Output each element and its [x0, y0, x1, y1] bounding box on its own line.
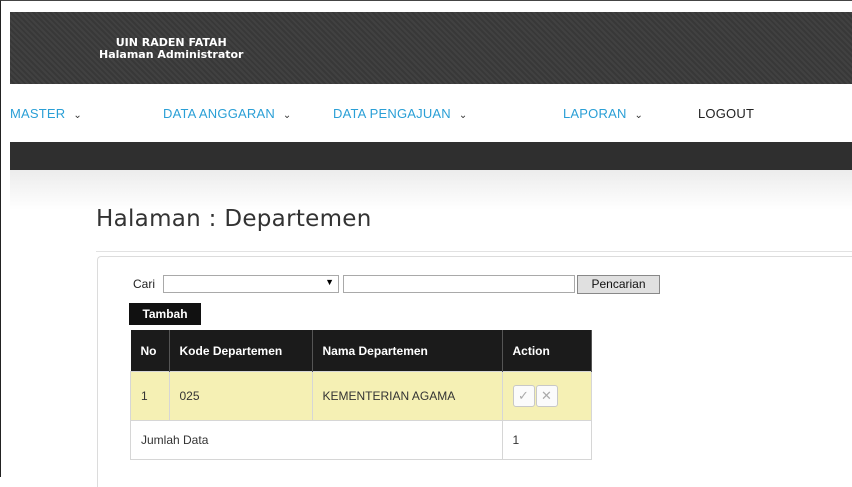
nav-item-label: DATA ANGGARAN: [163, 106, 275, 121]
chevron-down-icon: ⌄: [458, 110, 468, 121]
nav-item-label: DATA PENGAJUAN: [333, 106, 451, 121]
table-header-row: No Kode Departemen Nama Departemen Actio…: [130, 330, 592, 372]
chevron-down-icon: ⌄: [73, 110, 82, 121]
nav-item-label: MASTER: [10, 106, 66, 121]
search-label: Cari: [133, 277, 156, 291]
add-button[interactable]: Tambah: [129, 303, 201, 325]
cell-no: 1: [130, 371, 170, 421]
cell-kode: 025: [168, 371, 313, 421]
nav-divider-bar: [10, 142, 852, 170]
column-header-nama: Nama Departemen: [312, 330, 503, 372]
nav-item-label: LAPORAN: [563, 106, 627, 121]
nav-item-laporan[interactable]: LAPORAN ⌄: [563, 106, 643, 121]
departemen-table: No Kode Departemen Nama Departemen Actio…: [130, 330, 592, 460]
chevron-down-icon: ⌄: [634, 110, 644, 121]
cell-action: ✓ ✕: [501, 371, 592, 421]
nav-item-logout[interactable]: LOGOUT: [698, 106, 754, 121]
title-divider: [96, 251, 852, 252]
column-header-kode: Kode Departemen: [169, 330, 313, 372]
nav-item-master[interactable]: MASTER ⌄: [10, 106, 82, 121]
main-nav: MASTER ⌄ DATA ANGGARAN ⌄ DATA PENGAJUAN ⌄ L…: [10, 84, 852, 142]
column-header-action: Action: [502, 330, 592, 372]
nav-item-data-anggaran[interactable]: DATA ANGGARAN ⌄: [163, 106, 292, 121]
check-icon[interactable]: ✓: [512, 385, 535, 407]
nav-item-data-pengajuan[interactable]: DATA PENGAJUAN ⌄: [333, 106, 468, 121]
table-total-row: Jumlah Data 1: [130, 420, 592, 460]
brand-subtitle: Halaman Administrator: [99, 48, 244, 61]
search-input[interactable]: [343, 275, 575, 293]
top-header: UIN RADEN FATAH Halaman Administrator: [10, 12, 852, 84]
dropdown-arrow-icon: ▼: [325, 277, 334, 287]
nav-item-label: LOGOUT: [698, 106, 755, 121]
close-icon[interactable]: ✕: [535, 385, 558, 407]
search-button[interactable]: Pencarian: [577, 275, 660, 294]
content-shade: [10, 170, 852, 210]
column-header-no: No: [130, 330, 170, 372]
chevron-down-icon: ⌄: [282, 110, 292, 121]
total-value: 1: [501, 420, 592, 460]
brand: UIN RADEN FATAH Halaman Administrator: [99, 37, 243, 61]
cell-nama: KEMENTERIAN AGAMA: [311, 371, 503, 421]
page-title: Halaman : Departemen: [96, 206, 372, 232]
table-row: 1 025 KEMENTERIAN AGAMA ✓ ✕: [130, 371, 592, 421]
total-label: Jumlah Data: [130, 420, 503, 460]
search-field-select[interactable]: ▼: [163, 275, 339, 293]
